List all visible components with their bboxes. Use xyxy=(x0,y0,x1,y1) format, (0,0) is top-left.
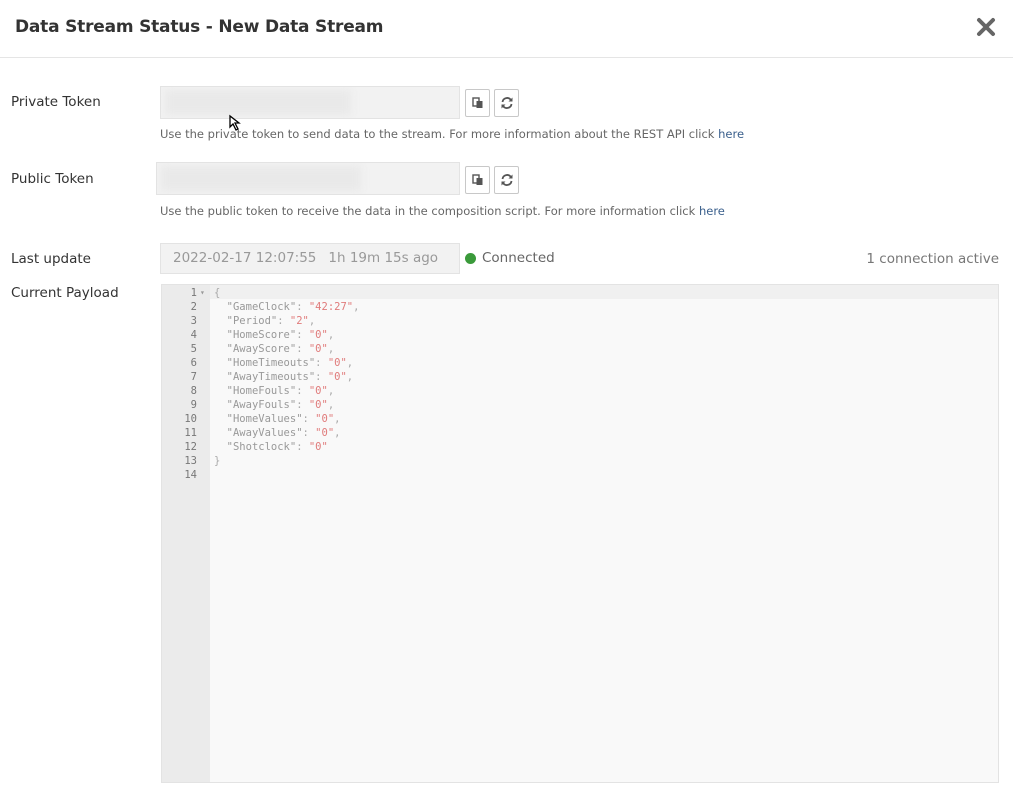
public-token-label: Public Token xyxy=(11,171,94,187)
private-token-field[interactable] xyxy=(160,86,460,119)
public-token-help-text: Use the public token to receive the data… xyxy=(160,204,699,218)
json-key: "HomeFouls" xyxy=(226,385,297,397)
line-number: 1 xyxy=(190,287,197,299)
line-number: 4 xyxy=(190,329,197,341)
close-icon[interactable] xyxy=(976,17,996,37)
editor-active-line xyxy=(210,285,998,299)
connection-status-text: Connected xyxy=(482,250,555,266)
connection-status: Connected xyxy=(465,250,555,266)
line-number: 2 xyxy=(190,301,197,313)
code-text: "HomeFouls": "0", xyxy=(226,385,335,397)
code-text: } xyxy=(214,455,221,467)
dialog-title: Data Stream Status - New Data Stream xyxy=(15,17,384,37)
line-number: 10 xyxy=(184,413,197,425)
code-text: "Shotclock": "0" xyxy=(226,441,328,453)
mouse-cursor-icon xyxy=(229,114,241,131)
public-token-help: Use the public token to receive the data… xyxy=(160,204,725,218)
payload-code-editor[interactable]: 1 ▾ {2 "GameClock": "42:27", 3 "Period": "2… xyxy=(161,284,999,783)
json-key: "HomeValues" xyxy=(226,413,303,425)
last-update-ago: 1h 19m 15s ago xyxy=(328,250,439,266)
line-number: 9 xyxy=(190,399,197,411)
private-token-label: Private Token xyxy=(11,94,101,110)
json-value: "42:27" xyxy=(308,301,354,313)
composition-script-help-link[interactable]: here xyxy=(699,204,725,218)
line-number: 5 xyxy=(190,343,197,355)
copy-private-token-button[interactable] xyxy=(465,89,490,117)
refresh-icon xyxy=(501,174,512,186)
code-text: "AwayScore": "0", xyxy=(226,343,335,355)
last-update-field: 2022-02-17 12:07:55 1h 19m 15s ago xyxy=(160,243,460,274)
json-key: "Period" xyxy=(226,315,278,327)
status-dot-icon xyxy=(465,252,476,264)
regenerate-private-token-button[interactable] xyxy=(494,89,519,117)
json-value: "0" xyxy=(308,399,328,411)
json-key: "AwayFouls" xyxy=(226,399,297,411)
json-key: "HomeTimeouts" xyxy=(226,357,316,369)
copy-icon xyxy=(471,97,482,108)
copy-icon xyxy=(471,174,482,185)
json-key: "AwayTimeouts" xyxy=(226,371,316,383)
private-token-help: Use the private token to send data to th… xyxy=(160,127,744,141)
line-number: 7 xyxy=(190,371,197,383)
rest-api-help-link[interactable]: here xyxy=(718,127,744,141)
json-key: "AwayValues" xyxy=(226,427,303,439)
private-token-value-redacted xyxy=(165,90,351,115)
code-text: { xyxy=(214,287,221,299)
code-text: "GameClock": "42:27", xyxy=(226,301,360,313)
active-connections: 1 connection active xyxy=(866,251,999,267)
json-value: "0" xyxy=(327,357,347,369)
json-value: "0" xyxy=(308,441,328,453)
json-key: "AwayScore" xyxy=(226,343,297,355)
line-number: 14 xyxy=(184,469,197,481)
line-number: 6 xyxy=(190,357,197,369)
json-value: "0" xyxy=(308,343,328,355)
json-value: "0" xyxy=(308,329,328,341)
json-key: "Shotclock" xyxy=(226,441,297,453)
line-number: 8 xyxy=(190,385,197,397)
current-payload-label: Current Payload xyxy=(11,285,119,301)
line-number: 3 xyxy=(190,315,197,327)
code-text: "HomeTimeouts": "0", xyxy=(226,357,354,369)
regenerate-public-token-button[interactable] xyxy=(494,166,519,194)
json-value: "0" xyxy=(308,385,328,397)
copy-public-token-button[interactable] xyxy=(465,166,490,194)
public-token-field[interactable] xyxy=(156,162,460,195)
fold-toggle-icon[interactable]: ▾ xyxy=(200,286,205,300)
json-key: "GameClock" xyxy=(226,301,297,313)
line-number: 12 xyxy=(184,441,197,453)
json-value: "0" xyxy=(315,413,335,425)
code-text: "Period": "2", xyxy=(226,315,316,327)
code-text: "AwayTimeouts": "0", xyxy=(226,371,354,383)
code-text: "AwayFouls": "0", xyxy=(226,399,335,411)
code-text: "HomeScore": "0", xyxy=(226,329,335,341)
json-key: "HomeScore" xyxy=(226,329,297,341)
json-value: "0" xyxy=(327,371,347,383)
line-number: 11 xyxy=(184,427,197,439)
refresh-icon xyxy=(501,97,512,109)
last-update-label: Last update xyxy=(11,251,91,267)
code-text: "HomeValues": "0", xyxy=(226,413,341,425)
line-number: 13 xyxy=(184,455,197,467)
dialog-header: Data Stream Status - New Data Stream xyxy=(0,0,1013,58)
code-text: "AwayValues": "0", xyxy=(226,427,341,439)
json-value: "0" xyxy=(315,427,335,439)
public-token-value-redacted xyxy=(161,166,361,191)
json-value: "2" xyxy=(289,315,309,327)
last-update-timestamp: 2022-02-17 12:07:55 xyxy=(173,250,317,266)
